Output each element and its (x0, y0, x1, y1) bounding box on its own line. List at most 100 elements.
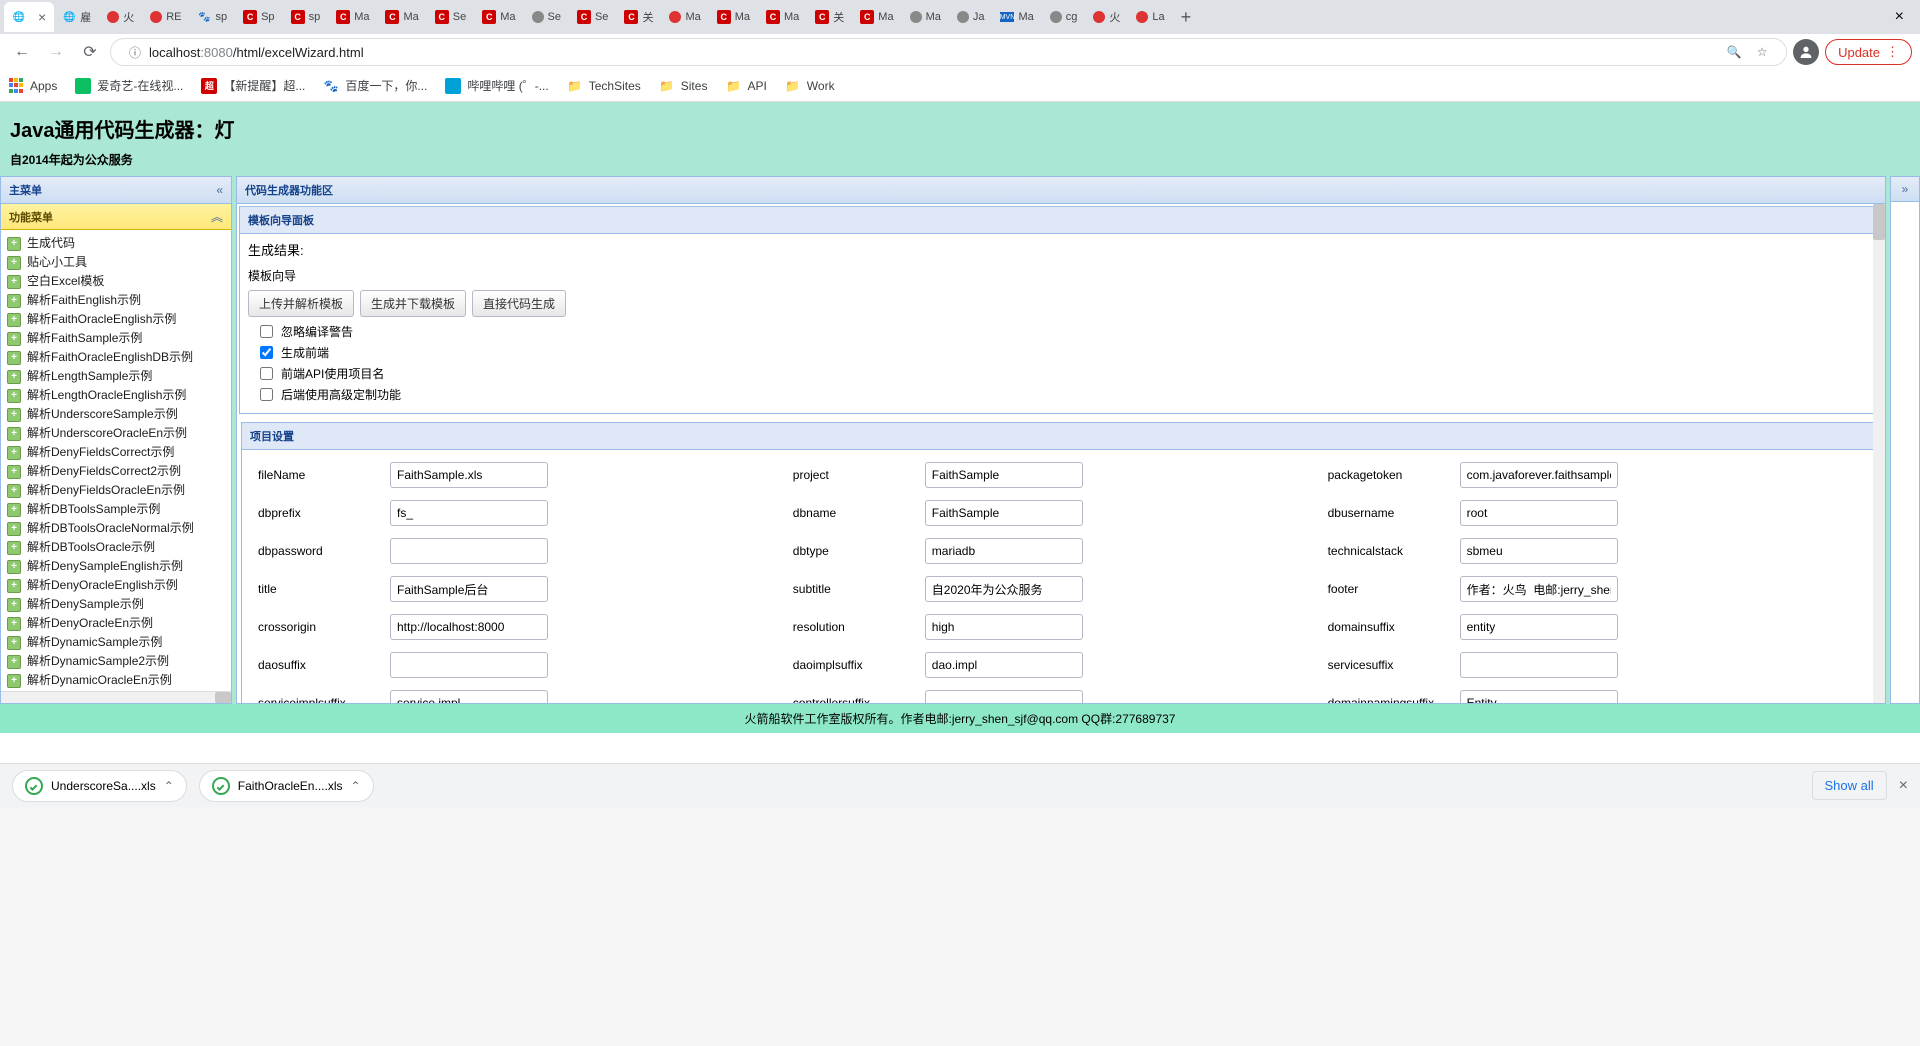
collapse-right-icon[interactable]: » (1902, 182, 1909, 196)
browser-tab[interactable]: Ma (661, 2, 708, 32)
download-item[interactable]: FaithOracleEn....xls ⌃ (199, 770, 374, 802)
input-title[interactable] (390, 576, 548, 602)
tree-item[interactable]: +贴心小工具 (3, 253, 229, 272)
bookmark-folder[interactable]: 📁API (725, 78, 766, 94)
back-button[interactable]: ← (8, 38, 36, 66)
upload-parse-button[interactable]: 上传并解析模板 (248, 290, 354, 317)
horizontal-scrollbar[interactable] (1, 691, 231, 703)
tree-item[interactable]: +解析DenyFieldsOracleEn示例 (3, 481, 229, 500)
checkbox-api-projectname[interactable] (260, 367, 273, 380)
input-footer[interactable] (1460, 576, 1618, 602)
collapse-left-icon[interactable]: « (216, 183, 223, 197)
tree-item[interactable]: +解析DenySampleEnglish示例 (3, 557, 229, 576)
browser-tab[interactable]: CSe (427, 2, 474, 32)
tree-item[interactable]: +解析FaithOracleEnglishDB示例 (3, 348, 229, 367)
browser-tab[interactable]: C关 (616, 2, 661, 32)
menu-tree[interactable]: +生成代码+贴心小工具+空白Excel模板+解析FaithEnglish示例+解… (1, 230, 231, 691)
bookmark-folder[interactable]: 📁Sites (659, 78, 708, 94)
browser-tab[interactable]: 🐾sp (189, 2, 235, 32)
tree-item[interactable]: +解析DBToolsOracle示例 (3, 538, 229, 557)
update-button[interactable]: Update ⋮ (1825, 39, 1912, 65)
browser-tab[interactable]: C关 (807, 2, 852, 32)
input-resolution[interactable] (925, 614, 1083, 640)
checkbox-advanced[interactable] (260, 388, 273, 401)
input-project[interactable] (925, 462, 1083, 488)
tree-item[interactable]: +解析FaithOracleEnglish示例 (3, 310, 229, 329)
browser-tab[interactable]: Se (524, 2, 569, 32)
input-packagetoken[interactable] (1460, 462, 1618, 488)
tree-item[interactable]: +解析DenySample示例 (3, 595, 229, 614)
browser-tab[interactable]: CMa (758, 2, 807, 32)
browser-tab[interactable]: Csp (283, 2, 329, 32)
close-icon[interactable]: × (38, 9, 46, 25)
download-item[interactable]: UnderscoreSa....xls ⌃ (12, 770, 187, 802)
browser-tab[interactable]: Ja (949, 2, 993, 32)
browser-tab[interactable]: La (1128, 2, 1172, 32)
tree-item[interactable]: +解析LengthSample示例 (3, 367, 229, 386)
input-technicalstack[interactable] (1460, 538, 1618, 564)
tree-item[interactable]: +解析DynamicOracleEn示例 (3, 671, 229, 690)
tree-item[interactable]: +解析DBToolsSample示例 (3, 500, 229, 519)
tree-item[interactable]: +解析LengthOracleEnglish示例 (3, 386, 229, 405)
tree-item[interactable]: +解析UnderscoreOracleEn示例 (3, 424, 229, 443)
browser-tab[interactable]: cg (1042, 2, 1086, 32)
input-daoimplsuffix[interactable] (925, 652, 1083, 678)
scrollbar-thumb[interactable] (215, 692, 231, 703)
browser-tab[interactable]: Ma (902, 2, 949, 32)
input-dbusername[interactable] (1460, 500, 1618, 526)
browser-tab[interactable]: CMa (709, 2, 758, 32)
browser-tab[interactable]: 🌐雇 (54, 2, 99, 32)
tree-item[interactable]: +解析UnderscoreSample示例 (3, 405, 229, 424)
generate-download-button[interactable]: 生成并下载模板 (360, 290, 466, 317)
new-tab-button[interactable]: + (1173, 7, 1200, 28)
close-downloads-icon[interactable]: × (1899, 777, 1908, 795)
tree-item[interactable]: +解析DenyFieldsCorrect2示例 (3, 462, 229, 481)
bookmark-folder[interactable]: 📁Work (785, 78, 835, 94)
tree-item[interactable]: +解析FaithSample示例 (3, 329, 229, 348)
tree-item[interactable]: +解析FaithEnglish示例 (3, 291, 229, 310)
tree-item[interactable]: +生成代码 (3, 234, 229, 253)
browser-tab[interactable]: RE (142, 2, 189, 32)
browser-tab[interactable]: CMa (852, 2, 901, 32)
show-all-downloads[interactable]: Show all (1812, 771, 1887, 800)
browser-tab[interactable]: CMa (474, 2, 523, 32)
input-crossorigin[interactable] (390, 614, 548, 640)
input-fileName[interactable] (390, 462, 548, 488)
browser-tab[interactable]: 火 (1085, 2, 1128, 32)
tree-item[interactable]: +解析DenyOracleEn示例 (3, 614, 229, 633)
direct-generate-button[interactable]: 直接代码生成 (472, 290, 566, 317)
site-info-icon[interactable]: ⓘ (121, 38, 149, 66)
input-dbtype[interactable] (925, 538, 1083, 564)
input-dbprefix[interactable] (390, 500, 548, 526)
input-domainnamingsuffix[interactable] (1460, 690, 1618, 703)
browser-tab-active[interactable]: 🌐 × (4, 2, 54, 32)
reload-button[interactable]: ⟳ (76, 38, 104, 66)
tree-item[interactable]: +解析DBToolsOracleNormal示例 (3, 519, 229, 538)
bookmark-star-icon[interactable]: ☆ (1748, 38, 1776, 66)
browser-tab[interactable]: 火 (99, 2, 142, 32)
input-dbname[interactable] (925, 500, 1083, 526)
bookmark-folder[interactable]: 📁TechSites (567, 78, 641, 94)
input-daosuffix[interactable] (390, 652, 548, 678)
browser-tab[interactable]: CMa (328, 2, 377, 32)
tree-item[interactable]: +解析DenyFieldsCorrect示例 (3, 443, 229, 462)
window-close-button[interactable]: × (1883, 8, 1916, 26)
east-header[interactable]: » (1891, 177, 1919, 202)
tree-item[interactable]: +空白Excel模板 (3, 272, 229, 291)
bookmark-item[interactable]: 🐾百度一下，你... (323, 77, 427, 94)
tree-item[interactable]: +解析DynamicSample2示例 (3, 652, 229, 671)
func-menu-header[interactable]: 功能菜单 ︽ (1, 204, 231, 230)
search-in-page-icon[interactable]: 🔍 (1720, 38, 1748, 66)
browser-tab[interactable]: CSp (235, 2, 282, 32)
input-dbpassword[interactable] (390, 538, 548, 564)
profile-avatar[interactable] (1793, 39, 1819, 65)
browser-tab[interactable]: MVNMa (992, 2, 1041, 32)
main-menu-header[interactable]: 主菜单 « (1, 177, 231, 204)
input-serviceimplsuffix[interactable] (390, 690, 548, 703)
chevron-up-icon[interactable]: ⌃ (350, 779, 360, 793)
bookmark-item[interactable]: 爱奇艺-在线视... (75, 77, 183, 94)
bookmark-item[interactable]: 哔哩哔哩 (゜-... (445, 77, 548, 94)
apps-shortcut[interactable]: Apps (8, 78, 57, 94)
checkbox-gen-frontend[interactable] (260, 346, 273, 359)
checkbox-ignore-warnings[interactable] (260, 325, 273, 338)
